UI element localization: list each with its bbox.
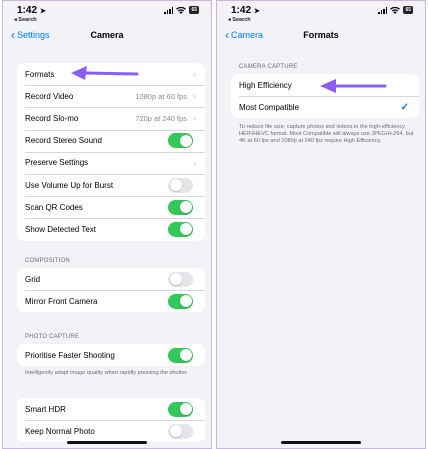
scan-qr-toggle[interactable] [168, 199, 193, 215]
row-faster-shooting: Prioritise Faster Shooting [17, 344, 205, 366]
row-label: Show Detected Text [25, 224, 97, 234]
annotation-arrow-icon [71, 66, 139, 80]
row-preserve-settings[interactable]: Preserve Settings › [17, 151, 205, 174]
signal-icon [164, 6, 174, 14]
mirror-front-toggle[interactable] [168, 293, 193, 309]
annotation-arrow-icon [320, 79, 387, 93]
composition-group: Grid Mirror Front Camera [17, 268, 205, 313]
nav-bar: ‹ Settings Camera [3, 27, 211, 47]
row-value: 1080p at 60 fps [135, 91, 187, 101]
row-label: Keep Normal Photo [25, 426, 95, 436]
row-detected-text: Show Detected Text [17, 218, 205, 240]
row-value: 720p at 240 fps [135, 113, 187, 123]
composition-header: COMPOSITION [25, 258, 70, 264]
status-time: 1:42 [231, 5, 252, 16]
row-label: Record Video [25, 91, 74, 101]
chevron-right-icon: › [193, 157, 196, 168]
signal-icon [378, 6, 388, 14]
chevron-right-icon: › [193, 113, 196, 124]
status-time: 1:42 [17, 5, 38, 16]
row-label: Prioritise Faster Shooting [25, 350, 115, 360]
wifi-icon [176, 6, 187, 14]
hdr-group: Smart HDR Keep Normal Photo [17, 398, 205, 443]
chevron-right-icon: › [193, 69, 196, 80]
photo-capture-note: Intelligently adapt image quality when r… [25, 370, 188, 376]
row-label: Smart HDR [25, 404, 66, 414]
row-record-video[interactable]: Record Video 1080p at 60 fps › [17, 85, 205, 107]
row-record-stereo-sound: Record Stereo Sound [17, 129, 205, 152]
row-label: Record Stereo Sound [25, 136, 102, 146]
volume-burst-toggle[interactable] [168, 177, 193, 193]
battery-icon: 65 [403, 6, 413, 14]
option-label: High Efficiency [239, 80, 292, 90]
status-bar: 1:42 ➤ ◂ Search 65 [217, 5, 425, 23]
faster-shooting-toggle[interactable] [168, 347, 193, 363]
row-scan-qr: Scan QR Codes [17, 196, 205, 218]
row-keep-normal-photo: Keep Normal Photo [17, 420, 205, 442]
back-to-app-link[interactable]: ◂ Search [228, 17, 251, 23]
nav-bar: ‹ Camera Formats [217, 27, 425, 47]
chevron-right-icon: › [193, 91, 196, 102]
location-arrow-icon: ➤ [252, 8, 260, 15]
checkmark-icon: ✓ [400, 101, 409, 113]
page-title: Camera [90, 30, 124, 40]
photo-capture-header: PHOTO CAPTURE [25, 334, 80, 340]
battery-icon: 65 [189, 6, 199, 14]
camera-main-group: Formats › Record Video 1080p at 60 fps › Re… [17, 63, 205, 241]
camera-capture-header: CAMERA CAPTURE [239, 64, 298, 70]
camera-capture-note: To reduce file size, capture photos and … [239, 124, 414, 145]
wifi-icon [390, 6, 401, 14]
stereo-sound-toggle[interactable] [168, 133, 193, 149]
photo-capture-group: Prioritise Faster Shooting [17, 344, 205, 367]
row-label: Formats [25, 69, 55, 79]
row-label: Preserve Settings [25, 158, 89, 168]
detected-text-toggle[interactable] [168, 221, 193, 237]
keep-normal-photo-toggle[interactable] [168, 423, 193, 439]
option-most-compatible[interactable]: Most Compatible ✓ [231, 96, 419, 118]
home-indicator [67, 441, 147, 444]
status-bar: 1:42 ➤ ◂ Search 65 [3, 5, 211, 23]
home-indicator [281, 441, 361, 444]
option-label: Most Compatible [239, 102, 300, 112]
row-mirror-front: Mirror Front Camera [17, 290, 205, 312]
grid-toggle[interactable] [168, 271, 193, 287]
camera-settings-screen: 1:42 ➤ ◂ Search 65 ‹ Settings Camera For… [2, 0, 212, 449]
row-label: Grid [25, 274, 41, 284]
row-grid: Grid [17, 268, 205, 290]
smart-hdr-toggle[interactable] [168, 401, 193, 417]
row-label: Use Volume Up for Burst [25, 180, 114, 190]
row-label: Record Slo-mo [25, 113, 79, 123]
row-volume-burst: Use Volume Up for Burst [17, 173, 205, 196]
row-smart-hdr: Smart HDR [17, 398, 205, 420]
row-label: Mirror Front Camera [25, 296, 98, 306]
row-label: Scan QR Codes [25, 202, 83, 212]
page-title: Formats [303, 30, 339, 40]
formats-screen: 1:42 ➤ ◂ Search 65 ‹ Camera Formats CAME… [216, 0, 426, 449]
back-to-app-link[interactable]: ◂ Search [14, 17, 37, 23]
location-arrow-icon: ➤ [38, 8, 46, 15]
row-record-slomo[interactable]: Record Slo-mo 720p at 240 fps › [17, 107, 205, 129]
